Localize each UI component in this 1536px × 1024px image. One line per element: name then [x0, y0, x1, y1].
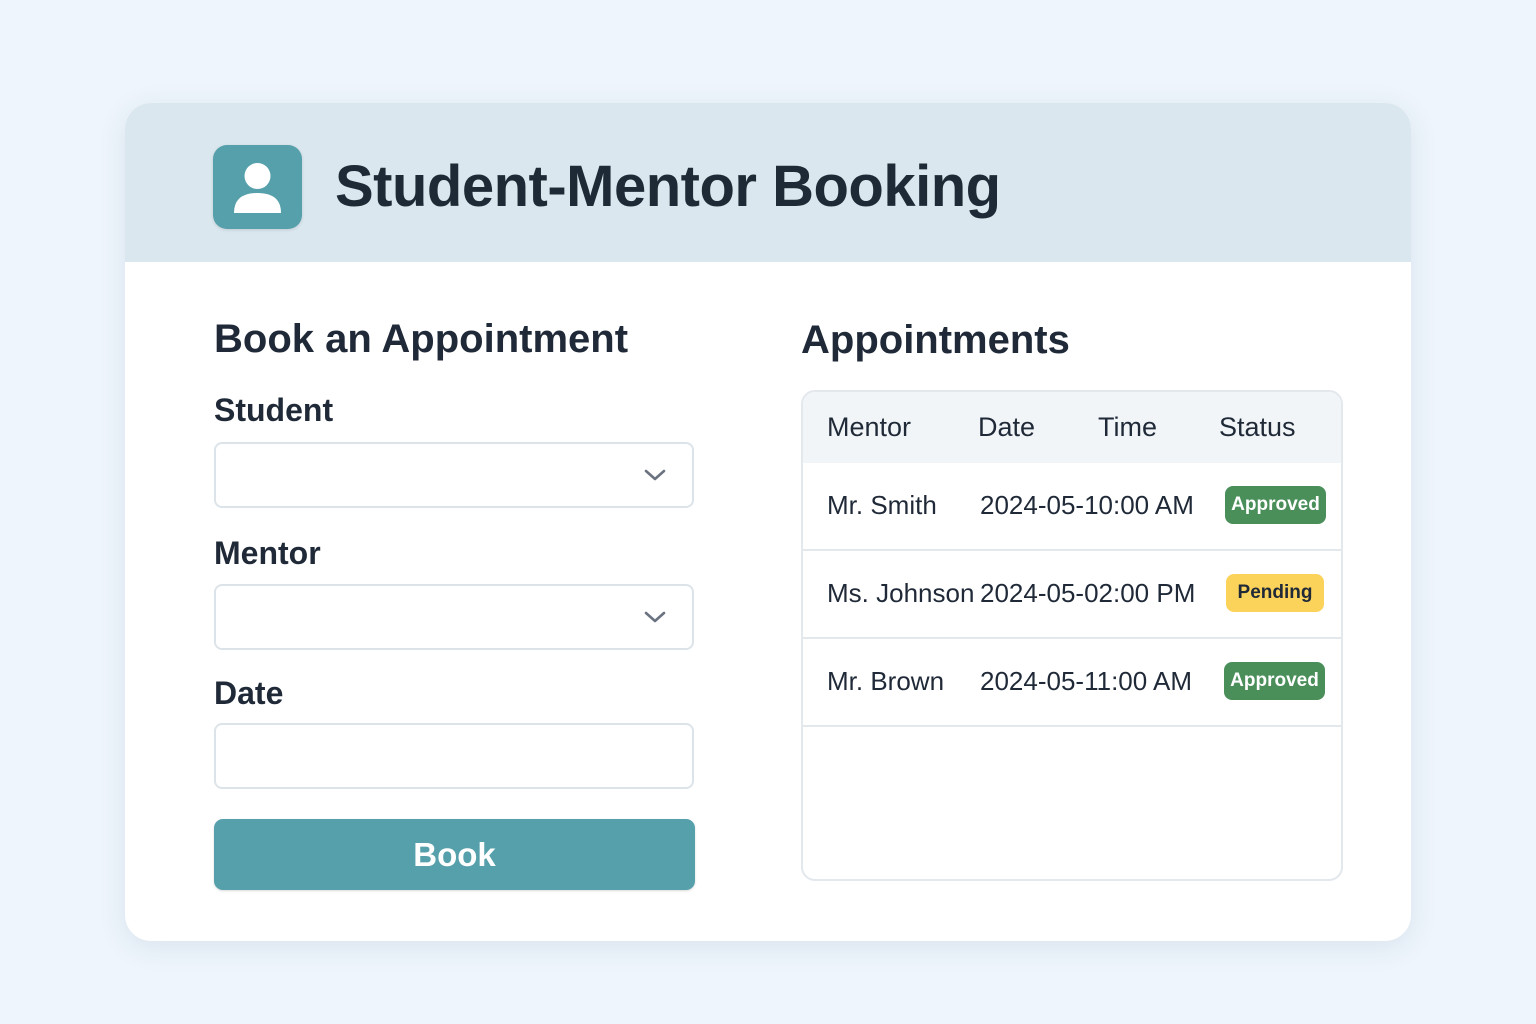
- booking-card: Student-Mentor Booking Book an Appointme…: [125, 103, 1411, 941]
- card-header: Student-Mentor Booking: [125, 103, 1411, 262]
- appointments-title: Appointments: [801, 318, 1070, 362]
- table-row[interactable]: Mr. Brown 2024-05-11:00 AM Approved: [803, 639, 1341, 727]
- datetime-cell: 2024-05-02:00 PM: [980, 578, 1196, 608]
- app-title: Student-Mentor Booking: [335, 154, 1001, 219]
- mentor-cell: Ms. Johnson: [827, 578, 975, 608]
- student-select[interactable]: [214, 442, 694, 508]
- datetime-cell: 2024-05-10:00 AM: [980, 490, 1194, 520]
- column-header-date: Date: [978, 412, 1036, 442]
- mentor-cell: Mr. Smith: [827, 490, 937, 520]
- form-title: Book an Appointment: [214, 317, 629, 361]
- book-button[interactable]: Book: [214, 819, 695, 890]
- mentor-label: Mentor: [214, 535, 321, 571]
- user-avatar-icon: [213, 145, 302, 229]
- table-row[interactable]: Ms. Johnson 2024-05-02:00 PM Pending: [803, 551, 1341, 639]
- table-header: Mentor Date Time Status: [803, 392, 1341, 463]
- status-badge: Approved: [1224, 662, 1325, 700]
- status-badge: Pending: [1226, 574, 1324, 612]
- student-label: Student: [214, 392, 334, 428]
- column-header-mentor: Mentor: [827, 412, 912, 442]
- mentor-cell: Mr. Brown: [827, 666, 945, 696]
- date-label: Date: [214, 675, 284, 711]
- mentor-select[interactable]: [214, 584, 694, 650]
- chevron-down-icon: [644, 611, 666, 623]
- date-input[interactable]: [214, 723, 694, 789]
- table-row[interactable]: Mr. Smith 2024-05-10:00 AM Approved: [803, 463, 1341, 551]
- datetime-cell: 2024-05-11:00 AM: [980, 666, 1192, 696]
- chevron-down-icon: [644, 469, 666, 481]
- column-header-status: Status: [1219, 412, 1296, 442]
- column-header-time: Time: [1098, 412, 1157, 442]
- appointments-table: Mentor Date Time Status Mr. Smith 2024-0…: [801, 390, 1343, 881]
- status-badge: Approved: [1225, 486, 1326, 524]
